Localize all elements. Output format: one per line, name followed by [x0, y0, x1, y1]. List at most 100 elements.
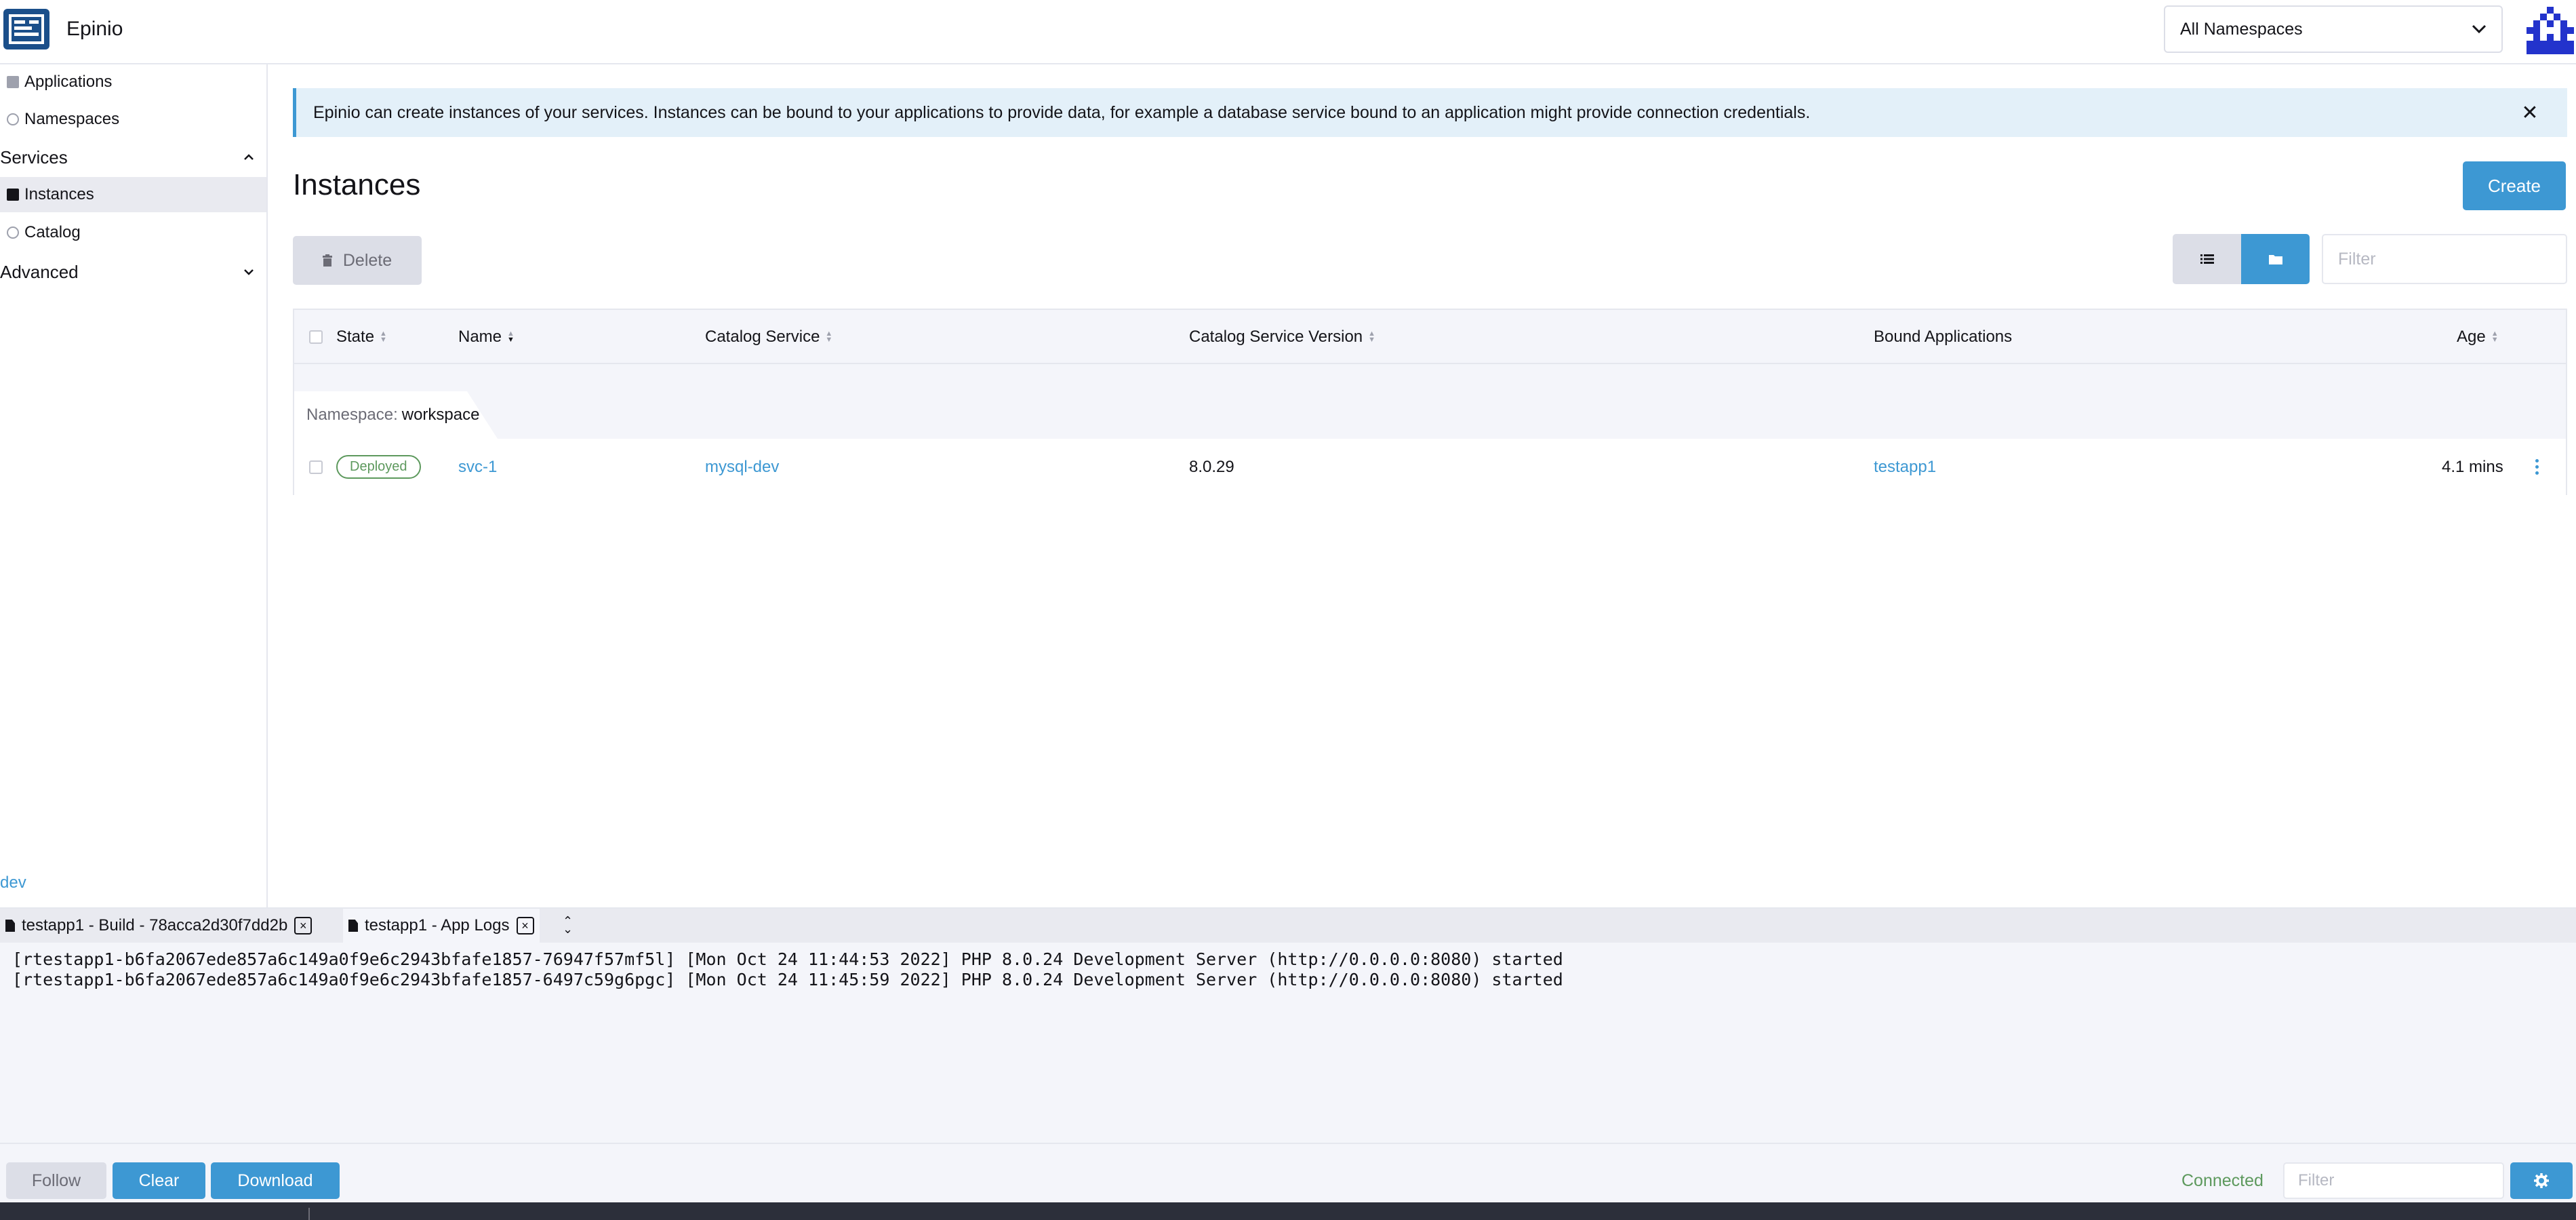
- sidebar: Applications Namespaces Services Instanc…: [0, 64, 268, 907]
- log-footer: Follow Clear Download Connected: [0, 1143, 2576, 1204]
- connection-status: Connected: [2181, 1171, 2263, 1190]
- log-filter-input[interactable]: [2283, 1162, 2504, 1199]
- row-actions-button[interactable]: [2535, 439, 2539, 495]
- column-header-label: Catalog Service: [705, 328, 820, 346]
- select-all-checkbox[interactable]: [309, 310, 323, 364]
- download-button[interactable]: Download: [211, 1162, 340, 1199]
- log-tab-bar: testapp1 - Build - 78acca2d30f7dd2b × te…: [0, 909, 2576, 943]
- group-value: workspace: [401, 406, 480, 424]
- sidebar-item-label: Applications: [24, 73, 113, 91]
- banner-text: Epinio can create instances of your serv…: [313, 102, 1811, 122]
- column-header-label: Bound Applications: [1874, 328, 2013, 346]
- sort-icon: ▲ ▼: [507, 330, 515, 344]
- state-cell: Deployed: [336, 439, 421, 495]
- folder-icon: [7, 76, 19, 88]
- chevron-up-icon: [244, 154, 254, 160]
- column-header-age[interactable]: Age ▲ ▼: [2457, 310, 2499, 364]
- sidebar-item-catalog[interactable]: Catalog: [0, 215, 266, 250]
- list-view-button[interactable]: [2173, 234, 2241, 284]
- namespace-group-label: Namespace: workspace: [294, 391, 498, 439]
- top-header: Epinio All Namespaces: [0, 0, 2576, 64]
- column-header-catalog-service-version[interactable]: Catalog Service Version ▲ ▼: [1189, 310, 1375, 364]
- info-banner: Epinio can create instances of your serv…: [293, 88, 2567, 137]
- column-header-name[interactable]: Name ▲ ▼: [458, 310, 515, 364]
- column-header-state[interactable]: State ▲ ▼: [336, 310, 387, 364]
- column-header-bound-applications: Bound Applications: [1874, 310, 2012, 364]
- namespace-select[interactable]: All Namespaces: [2164, 5, 2503, 53]
- folder-icon: [7, 189, 19, 201]
- folder-icon: [2268, 255, 2282, 264]
- circle-icon: [7, 113, 19, 125]
- sidebar-group-services[interactable]: Services: [0, 140, 266, 175]
- instances-table: State ▲ ▼ Name ▲ ▼ Catalog Service ▲ ▼ Cata…: [293, 309, 2567, 495]
- create-button[interactable]: Create: [2463, 161, 2566, 210]
- sidebar-item-label: Instances: [24, 185, 94, 203]
- status-badge: Deployed: [336, 455, 421, 479]
- status-divider: [308, 1208, 310, 1220]
- trash-icon: [322, 254, 332, 267]
- table-header: State ▲ ▼ Name ▲ ▼ Catalog Service ▲ ▼ Cata…: [294, 310, 2566, 364]
- log-line: [rtestapp1-b6fa2067ede857a6c149a0f9e6c29…: [12, 970, 1563, 989]
- sidebar-item-label: Catalog: [24, 223, 81, 241]
- user-avatar[interactable]: [2527, 7, 2574, 54]
- sidebar-item-namespaces[interactable]: Namespaces: [0, 102, 266, 137]
- close-icon[interactable]: ✕: [2516, 99, 2543, 126]
- column-header-catalog-service[interactable]: Catalog Service ▲ ▼: [705, 310, 832, 364]
- chevron-down-icon: [2472, 24, 2487, 34]
- kebab-icon: [2535, 459, 2539, 475]
- list-icon: [2200, 254, 2214, 264]
- tab-label: testapp1 - Build - 78acca2d30f7dd2b: [22, 916, 288, 934]
- sort-icon: ▲ ▼: [380, 330, 387, 344]
- table-row: Deployed svc-1 mysql-dev 8.0.29 testapp1…: [294, 439, 2566, 495]
- filter-input[interactable]: [2322, 234, 2567, 284]
- page-title: Instances: [293, 168, 421, 201]
- catalog-service-link[interactable]: mysql-dev: [705, 439, 779, 495]
- expand-collapse-icon[interactable]: ⌃ ⌄: [563, 915, 573, 935]
- close-icon[interactable]: ×: [516, 917, 534, 934]
- file-icon: [348, 920, 358, 932]
- follow-button[interactable]: Follow: [6, 1162, 106, 1199]
- log-settings-button[interactable]: [2510, 1162, 2573, 1199]
- file-icon: [5, 920, 15, 932]
- namespace-select-value: All Namespaces: [2180, 19, 2303, 39]
- status-bar: [0, 1202, 2576, 1220]
- delete-button-label: Delete: [342, 250, 393, 270]
- column-header-label: State: [336, 328, 375, 346]
- sidebar-item-instances[interactable]: Instances: [0, 177, 266, 212]
- app-name: Epinio: [66, 18, 123, 40]
- clear-button[interactable]: Clear: [113, 1162, 205, 1199]
- bound-app-link[interactable]: testapp1: [1874, 439, 1936, 495]
- chevron-down-icon: [244, 269, 254, 275]
- sidebar-group-label: Services: [0, 146, 68, 168]
- tab-build-logs[interactable]: testapp1 - Build - 78acca2d30f7dd2b ×: [0, 909, 317, 943]
- log-window: testapp1 - Build - 78acca2d30f7dd2b × te…: [0, 907, 2576, 1204]
- sidebar-item-label: Namespaces: [24, 110, 120, 128]
- sort-icon: ▲ ▼: [1368, 330, 1376, 344]
- sort-icon: ▲ ▼: [2491, 330, 2499, 344]
- column-header-label: Catalog Service Version: [1189, 328, 1363, 346]
- circle-icon: [7, 227, 19, 239]
- close-icon[interactable]: ×: [294, 917, 313, 934]
- tab-app-logs[interactable]: testapp1 - App Logs ×: [343, 909, 540, 943]
- sidebar-item-applications[interactable]: Applications: [0, 64, 266, 100]
- version-cell: 8.0.29: [1189, 457, 1234, 476]
- column-header-label: Name: [458, 328, 502, 346]
- view-toggle: [2173, 234, 2310, 284]
- gear-icon: [2534, 1173, 2549, 1188]
- tab-label: testapp1 - App Logs: [365, 916, 510, 934]
- delete-button[interactable]: Delete: [293, 236, 422, 285]
- instance-name-link[interactable]: svc-1: [458, 439, 497, 495]
- row-checkbox[interactable]: [309, 439, 323, 495]
- age-cell: 4.1 mins: [2442, 457, 2503, 476]
- version-link[interactable]: dev: [0, 873, 26, 892]
- log-output: [rtestapp1-b6fa2067ede857a6c149a0f9e6c29…: [12, 949, 1563, 990]
- sidebar-group-label: Advanced: [0, 261, 79, 282]
- group-key: Namespace:: [306, 406, 398, 424]
- namespace-group-row: Namespace: workspace: [294, 364, 2566, 439]
- column-header-label: Age: [2457, 328, 2486, 346]
- epinio-logo-icon[interactable]: [3, 9, 49, 50]
- sidebar-group-advanced[interactable]: Advanced: [0, 254, 266, 290]
- sort-icon: ▲ ▼: [825, 330, 833, 344]
- group-view-button[interactable]: [2241, 234, 2310, 284]
- log-line: [rtestapp1-b6fa2067ede857a6c149a0f9e6c29…: [12, 949, 1563, 969]
